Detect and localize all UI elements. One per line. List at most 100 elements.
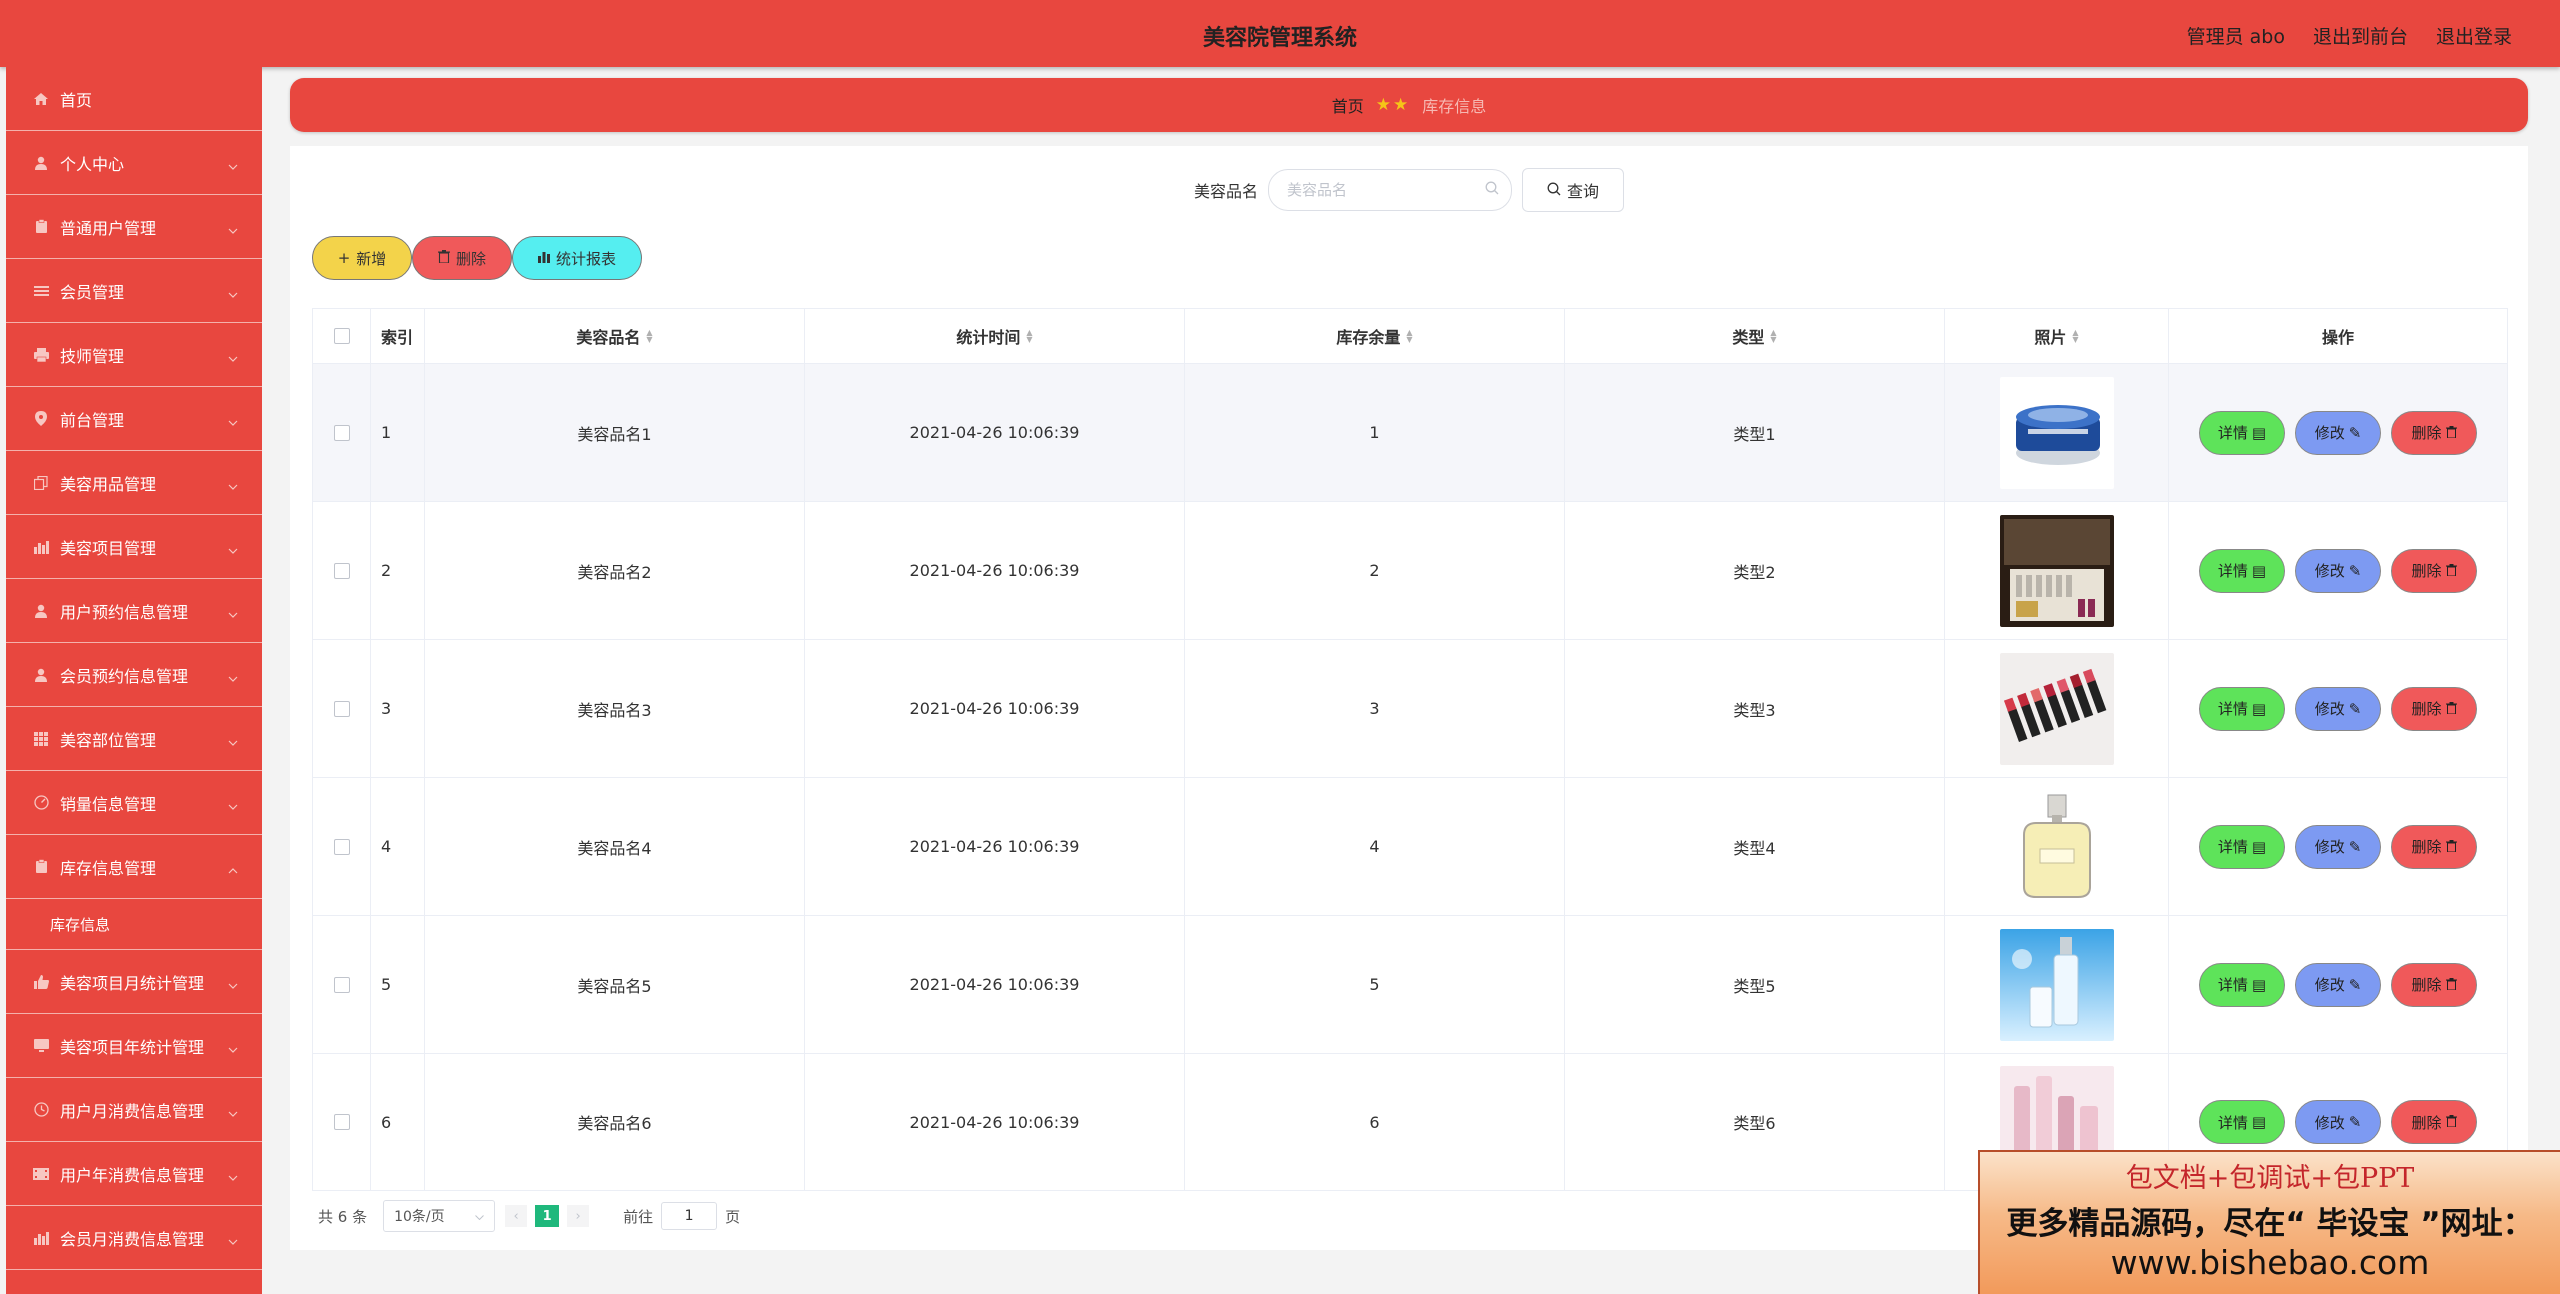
- detail-button[interactable]: 详情 ▤: [2199, 410, 2285, 455]
- detail-label: 详情: [2217, 1113, 2248, 1132]
- sidebar-item-beauty-supplies[interactable]: 美容用品管理: [6, 451, 262, 515]
- header-type[interactable]: 类型 ▲ ▼: [1565, 309, 1945, 363]
- edit-button[interactable]: 修改 ✎: [2295, 962, 2381, 1007]
- clipboard-icon: [32, 219, 50, 235]
- search-input[interactable]: [1285, 180, 1485, 200]
- sidebar-item-member-appointments[interactable]: 会员预约信息管理: [6, 643, 262, 707]
- exit-front-link[interactable]: 退出到前台: [2313, 22, 2408, 49]
- page-size-select[interactable]: 10条/页: [383, 1200, 496, 1232]
- delete-button[interactable]: 删除: [2391, 1100, 2477, 1144]
- edit-button[interactable]: 修改 ✎: [2295, 1100, 2381, 1144]
- chevron-down-icon: [228, 475, 238, 494]
- row-checkbox[interactable]: [333, 1114, 350, 1130]
- cell-name: 美容品名4: [425, 778, 805, 915]
- row-checkbox[interactable]: [333, 700, 350, 717]
- delete-button[interactable]: 删除: [2391, 686, 2477, 731]
- sidebar-item-beauty-projects[interactable]: 美容项目管理: [6, 515, 262, 579]
- sidebar-item-label: 用户月消费信息管理: [60, 1101, 205, 1121]
- top-bar: 美容院管理系统 管理员 abo 退出到前台 退出登录: [0, 0, 2560, 67]
- detail-button[interactable]: 详情 ▤: [2199, 548, 2285, 593]
- delete-label: 删除: [2411, 838, 2442, 856]
- prev-page-button[interactable]: ‹: [505, 1205, 528, 1227]
- sidebar-item-home[interactable]: 首页: [6, 67, 262, 131]
- sidebar-item-sales[interactable]: 销量信息管理: [6, 771, 262, 835]
- search-box: [1268, 169, 1512, 211]
- detail-label: 详情: [2217, 562, 2248, 580]
- cell-ops: 详情 ▤ 修改 ✎ 删除: [2169, 916, 2507, 1053]
- cell-index: 3: [371, 640, 425, 777]
- sidebar-item-personal[interactable]: 个人中心: [6, 131, 262, 195]
- detail-button[interactable]: 详情 ▤: [2199, 1100, 2285, 1144]
- edit-label: 修改: [2314, 424, 2345, 442]
- sidebar-item-label: 美容用品管理: [60, 474, 157, 494]
- batch-delete-button[interactable]: 删除: [412, 236, 512, 280]
- sidebar-item-label: 库存信息管理: [60, 858, 157, 878]
- report-button[interactable]: 统计报表: [512, 236, 642, 280]
- sidebar-item-beauty-parts[interactable]: 美容部位管理: [6, 707, 262, 771]
- table-row: 4 美容品名4 2021-04-26 10:06:39 4 类型4 详情 ▤ 修改…: [313, 778, 2507, 916]
- cell-stock: 1: [1185, 364, 1565, 501]
- header-name[interactable]: 美容品名 ▲ ▼: [425, 309, 805, 363]
- select-all-checkbox[interactable]: [333, 328, 350, 344]
- sidebar-item-users[interactable]: 普通用户管理: [6, 195, 262, 259]
- breadcrumb-home[interactable]: 首页: [1332, 93, 1364, 117]
- query-button[interactable]: 查询: [1522, 168, 1624, 212]
- edit-button[interactable]: 修改 ✎: [2295, 686, 2381, 731]
- monitor-icon: [32, 1038, 50, 1054]
- next-page-button[interactable]: ›: [567, 1205, 590, 1227]
- trash-icon: [2445, 562, 2457, 580]
- document-icon: ▤: [2251, 423, 2267, 442]
- pagination: 共 6 条 10条/页 ‹ 1 › 前往 页: [318, 1200, 740, 1232]
- logout-link[interactable]: 退出登录: [2436, 22, 2512, 49]
- sidebar-item-label: 首页: [60, 90, 93, 110]
- edit-label: 修改: [2314, 562, 2345, 580]
- sort-icon: ▲ ▼: [1406, 328, 1413, 344]
- row-checkbox[interactable]: [333, 838, 350, 855]
- sidebar-item-front-desk[interactable]: 前台管理: [6, 387, 262, 451]
- detail-button[interactable]: 详情 ▤: [2199, 686, 2285, 731]
- edit-button[interactable]: 修改 ✎: [2295, 548, 2381, 593]
- detail-button[interactable]: 详情 ▤: [2199, 824, 2285, 869]
- header-stock[interactable]: 库存余量 ▲ ▼: [1185, 309, 1565, 363]
- cell-time: 2021-04-26 10:06:39: [805, 364, 1185, 501]
- row-checkbox[interactable]: [333, 976, 350, 993]
- header-photo[interactable]: 照片 ▲ ▼: [1945, 309, 2169, 363]
- row-checkbox[interactable]: [333, 424, 350, 441]
- goto-page-input[interactable]: [661, 1202, 718, 1230]
- sidebar-item-user-appointments[interactable]: 用户预约信息管理: [6, 579, 262, 643]
- inventory-table: 索引 美容品名 ▲ ▼ 统计时间 ▲ ▼ 库存余量 ▲ ▼ 类型 ▲ ▼ 照片 ▲ ▼ 操作 1 美…: [312, 308, 2508, 1191]
- sidebar-item-project-monthly-stats[interactable]: 美容项目月统计管理: [6, 950, 262, 1014]
- sidebar-item-user-yearly-consumption[interactable]: 用户年消费信息管理: [6, 1142, 262, 1206]
- cell-ops: 详情 ▤ 修改 ✎ 删除: [2169, 502, 2507, 639]
- sidebar-item-members[interactable]: 会员管理: [6, 259, 262, 323]
- sidebar-item-user-monthly-consumption[interactable]: 用户月消费信息管理: [6, 1078, 262, 1142]
- add-button[interactable]: + 新增: [312, 236, 412, 280]
- sidebar-item-technicians[interactable]: 技师管理: [6, 323, 262, 387]
- delete-button[interactable]: 删除: [2391, 410, 2477, 455]
- sidebar-subitem-inventory-info[interactable]: 库存信息: [6, 899, 262, 950]
- delete-button[interactable]: 删除: [2391, 548, 2477, 593]
- edit-button[interactable]: 修改 ✎: [2295, 410, 2381, 455]
- cell-name: 美容品名1: [425, 364, 805, 501]
- delete-label: 删除: [2411, 976, 2442, 994]
- header-time[interactable]: 统计时间 ▲ ▼: [805, 309, 1185, 363]
- row-checkbox-cell: [313, 640, 371, 777]
- cell-time: 2021-04-26 10:06:39: [805, 640, 1185, 777]
- detail-label: 详情: [2217, 424, 2248, 442]
- header-checkbox-cell: [313, 309, 371, 363]
- search-label: 美容品名: [1193, 182, 1258, 201]
- row-checkbox-cell: [313, 778, 371, 915]
- edit-label: 修改: [2314, 976, 2345, 994]
- sidebar-item-inventory[interactable]: 库存信息管理: [6, 835, 262, 899]
- page-number-current[interactable]: 1: [535, 1205, 560, 1227]
- sidebar-item-label: 美容部位管理: [60, 730, 157, 750]
- delete-button[interactable]: 删除: [2391, 962, 2477, 1007]
- delete-button[interactable]: 删除: [2391, 824, 2477, 869]
- sidebar-item-member-monthly-consumption[interactable]: 会员月消费信息管理: [6, 1206, 262, 1270]
- delete-button-label: 删除: [455, 249, 486, 268]
- pencil-icon: ✎: [2348, 561, 2362, 580]
- sidebar-item-project-yearly-stats[interactable]: 美容项目年统计管理: [6, 1014, 262, 1078]
- detail-button[interactable]: 详情 ▤: [2199, 962, 2285, 1007]
- row-checkbox[interactable]: [333, 562, 350, 579]
- edit-button[interactable]: 修改 ✎: [2295, 824, 2381, 869]
